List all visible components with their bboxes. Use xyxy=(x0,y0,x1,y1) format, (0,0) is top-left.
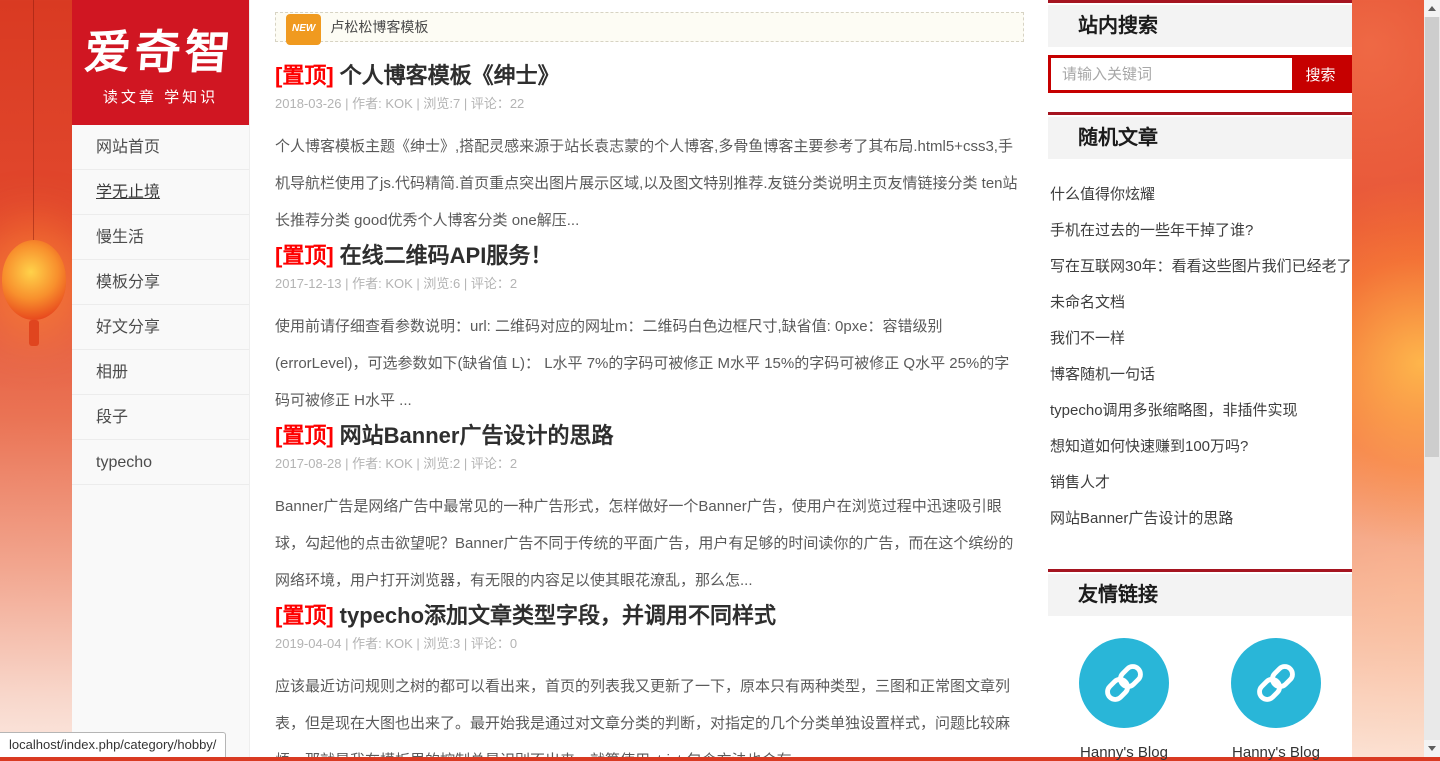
random-article-link[interactable]: 想知道如何快速赚到100万吗? xyxy=(1050,429,1352,465)
sidebar-item-slowlife[interactable]: 慢生活 xyxy=(72,215,249,260)
lantern-decoration xyxy=(2,240,66,320)
search-input[interactable] xyxy=(1051,58,1292,90)
sidebar-item-home[interactable]: 网站首页 xyxy=(72,125,249,170)
random-article-list: 什么值得你炫耀 手机在过去的一些年干掉了谁? 写在互联网30年：看看这些图片我们… xyxy=(1048,177,1352,537)
post-excerpt: 个人博客模板主题《绅士》,搭配灵感来源于站长袁志蒙的个人博客,多骨鱼博客主要参考… xyxy=(275,128,1024,239)
notice-bar[interactable]: NEW 卢松松博客模板 xyxy=(275,12,1024,42)
section-divider xyxy=(1048,569,1352,572)
section-divider xyxy=(1048,112,1352,115)
pinned-badge: [置顶] xyxy=(275,603,334,628)
random-article-link[interactable]: 什么值得你炫耀 xyxy=(1050,177,1352,213)
random-article-link[interactable]: 博客随机一句话 xyxy=(1050,357,1352,393)
post-item: [置顶]typecho添加文章类型字段，并调用不同样式 2019-04-04 |… xyxy=(275,603,1024,757)
random-article-link[interactable]: 写在互联网30年：看看这些图片我们已经老了 xyxy=(1050,249,1352,285)
random-article-link[interactable]: 网站Banner广告设计的思路 xyxy=(1050,501,1352,537)
right-sidebar: 站内搜索 搜索 随机文章 什么值得你炫耀 手机在过去的一些年干掉了谁? 写在互联… xyxy=(1048,0,1352,757)
friend-link-label[interactable]: Hanny's Blog xyxy=(1080,744,1168,761)
pinned-badge: [置顶] xyxy=(275,423,334,448)
scrollbar-thumb[interactable] xyxy=(1425,17,1439,457)
scroll-up-arrow-icon[interactable] xyxy=(1424,0,1440,17)
chain-link-icon xyxy=(1231,638,1321,728)
page-container: 爱奇智 读文章 学知识 网站首页 学无止境 慢生活 模板分享 好文分享 相册 段… xyxy=(72,0,1352,757)
scrollbar[interactable] xyxy=(1424,0,1440,757)
random-widget-heading: 随机文章 xyxy=(1048,117,1352,159)
site-tagline: 读文章 学知识 xyxy=(72,86,249,107)
friend-link-card[interactable]: Hanny's Blog xyxy=(1200,638,1352,761)
new-badge: NEW xyxy=(286,14,321,45)
notice-text: 卢松松博客模板 xyxy=(330,19,428,35)
post-title-link[interactable]: 在线二维码API服务！ xyxy=(340,243,553,268)
post-title: [置顶]在线二维码API服务！ xyxy=(275,243,1024,269)
site-nav: 网站首页 学无止境 慢生活 模板分享 好文分享 相册 段子 typecho xyxy=(72,125,249,485)
post-title-link[interactable]: 网站Banner广告设计的思路 xyxy=(340,423,614,448)
random-article-link[interactable]: 我们不一样 xyxy=(1050,321,1352,357)
post-meta: 2018-03-26 | 作者: KOK | 浏览:7 | 评论：22 xyxy=(275,97,1024,111)
random-article-link[interactable]: typecho调用多张缩略图，非插件实现 xyxy=(1050,393,1352,429)
post-item: [置顶]个人博客模板《绅士》 2018-03-26 | 作者: KOK | 浏览… xyxy=(275,63,1024,239)
sidebar-item-goodreads[interactable]: 好文分享 xyxy=(72,305,249,350)
post-excerpt: 使用前请仔细查看参数说明：url: 二维码对应的网址m：二维码白色边框尺寸,缺省… xyxy=(275,308,1024,419)
search-button[interactable]: 搜索 xyxy=(1292,58,1349,90)
friend-links-heading: 友情链接 xyxy=(1048,574,1352,616)
sidebar-top-border xyxy=(1048,0,1352,3)
pinned-badge: [置顶] xyxy=(275,243,334,268)
post-title: [置顶]个人博客模板《绅士》 xyxy=(275,63,1024,89)
sidebar-item-album[interactable]: 相册 xyxy=(72,350,249,395)
fireworks-decoration xyxy=(1352,0,1424,757)
random-article-link[interactable]: 手机在过去的一些年干掉了谁? xyxy=(1050,213,1352,249)
post-meta: 2017-12-13 | 作者: KOK | 浏览:6 | 评论：2 xyxy=(275,277,1024,291)
status-tooltip: localhost/index.php/category/hobby/ xyxy=(0,732,226,757)
site-logo[interactable]: 爱奇智 读文章 学知识 xyxy=(72,0,249,125)
post-title-link[interactable]: typecho添加文章类型字段，并调用不同样式 xyxy=(340,603,776,628)
site-title: 爱奇智 xyxy=(72,0,249,82)
post-excerpt: 应该最近访问规则之树的都可以看出来，首页的列表我又更新了一下，原本只有两种类型，… xyxy=(275,668,1024,757)
friend-link-label[interactable]: Hanny's Blog xyxy=(1232,744,1320,761)
post-title: [置顶]typecho添加文章类型字段，并调用不同样式 xyxy=(275,603,1024,629)
sidebar-item-jokes[interactable]: 段子 xyxy=(72,395,249,440)
friend-links-row: Hanny's Blog Hanny's Blog xyxy=(1048,638,1352,761)
sidebar-item-study[interactable]: 学无止境 xyxy=(72,170,249,215)
random-article-link[interactable]: 未命名文档 xyxy=(1050,285,1352,321)
friend-link-card[interactable]: Hanny's Blog xyxy=(1048,638,1200,761)
post-title-link[interactable]: 个人博客模板《绅士》 xyxy=(340,63,560,88)
random-article-link[interactable]: 销售人才 xyxy=(1050,465,1352,501)
chain-link-icon xyxy=(1079,638,1169,728)
sidebar-item-templates[interactable]: 模板分享 xyxy=(72,260,249,305)
post-excerpt: Banner广告是网络广告中最常见的一种广告形式，怎样做好一个Banner广告，… xyxy=(275,488,1024,599)
search-widget-heading: 站内搜索 xyxy=(1048,5,1352,47)
scroll-down-arrow-icon[interactable] xyxy=(1424,740,1440,757)
post-item: [置顶]网站Banner广告设计的思路 2017-08-28 | 作者: KOK… xyxy=(275,423,1024,599)
post-meta: 2019-04-04 | 作者: KOK | 浏览:3 | 评论：0 xyxy=(275,637,1024,651)
post-title: [置顶]网站Banner广告设计的思路 xyxy=(275,423,1024,449)
sidebar-item-typecho[interactable]: typecho xyxy=(72,440,249,485)
search-form: 搜索 xyxy=(1048,55,1352,93)
pinned-badge: [置顶] xyxy=(275,63,334,88)
post-item: [置顶]在线二维码API服务！ 2017-12-13 | 作者: KOK | 浏… xyxy=(275,243,1024,419)
main-content: NEW卢松松博客模板 [置顶]个人博客模板《绅士》 2018-03-26 | 作… xyxy=(252,0,1044,757)
left-sidebar: 爱奇智 读文章 学知识 网站首页 学无止境 慢生活 模板分享 好文分享 相册 段… xyxy=(72,0,250,757)
post-meta: 2017-08-28 | 作者: KOK | 浏览:2 | 评论：2 xyxy=(275,457,1024,471)
